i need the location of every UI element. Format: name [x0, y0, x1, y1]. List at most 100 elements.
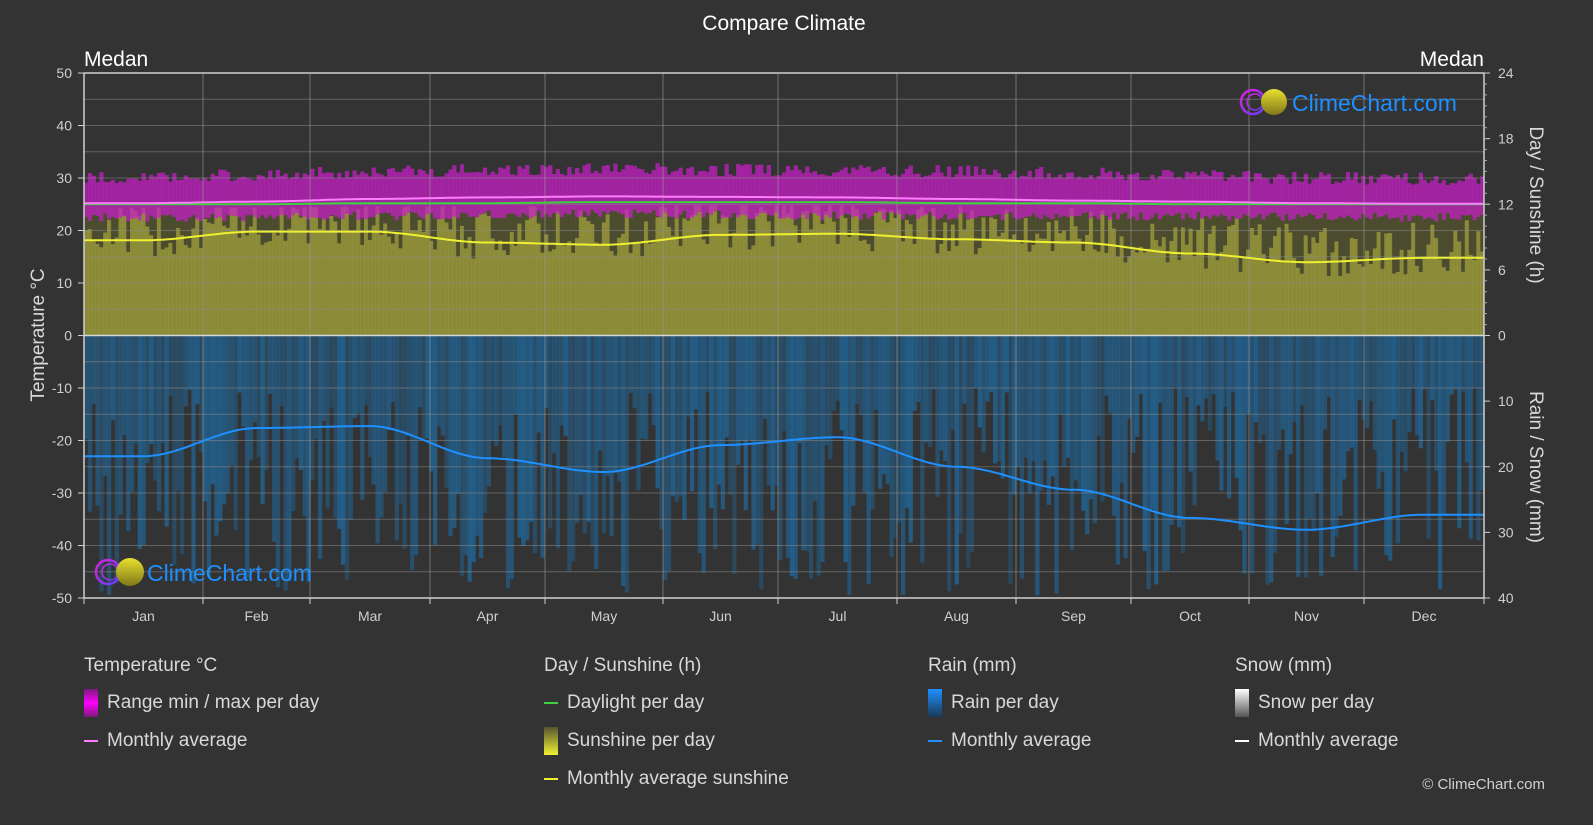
sunshine-day-bar	[1165, 262, 1170, 336]
sunshine-day-bar	[525, 220, 530, 336]
sunshine-day-bar	[720, 215, 725, 336]
sunshine-day-bar	[452, 206, 457, 336]
sunshine-day-bar	[1238, 271, 1243, 336]
rain-day-bar	[1180, 335, 1186, 554]
temp-avg-swatch	[84, 740, 98, 742]
rain-day-bar	[191, 335, 196, 584]
sunshine-day-bar	[908, 224, 913, 336]
temp-range-day-bar	[1073, 178, 1078, 217]
temp-range-day-bar	[1388, 176, 1393, 219]
rain-day-bar	[456, 335, 461, 495]
temp-range-day-bar	[475, 171, 480, 218]
temp-range-day-bar	[966, 165, 971, 220]
daylight-day-bar	[1165, 206, 1170, 263]
temp-range-day-bar	[360, 171, 365, 218]
rain-day-bar	[1042, 335, 1048, 461]
temp-range-day-bar	[164, 175, 169, 216]
rain-day-bar	[256, 335, 261, 458]
rain-day-bar	[1207, 335, 1213, 431]
temp-range-day-bar	[1395, 174, 1401, 218]
sunshine-day-bar	[1180, 227, 1186, 336]
temp-range-day-bar	[1177, 176, 1182, 214]
temp-range-day-bar	[989, 174, 994, 217]
temp-range-day-bar	[452, 165, 457, 217]
temp-range-day-bar	[1414, 183, 1420, 216]
rain-day-bar	[118, 335, 123, 515]
temp-range-day-bar	[271, 178, 277, 219]
sunshine-day-bar	[1372, 248, 1378, 336]
sunshine-day-bar	[1353, 238, 1358, 336]
rain-day-bar	[1388, 335, 1393, 561]
rain-day-bar	[1284, 335, 1289, 525]
sunshine-day-bar	[716, 223, 722, 336]
rain-day-bar	[1123, 335, 1128, 559]
temp-range-day-bar	[1430, 180, 1435, 219]
rain-day-bar	[1008, 335, 1013, 585]
temp-range-day-bar	[1161, 170, 1167, 216]
sunshine-day-bar	[87, 229, 93, 336]
temp-range-day-bar	[513, 175, 518, 215]
left-axis-label: Temperature °C	[28, 268, 49, 401]
sunshine-day-bar	[91, 241, 96, 336]
sunshine-day-bar	[1008, 238, 1013, 336]
sunshine-day-bar	[456, 256, 461, 336]
rain-day-bar	[375, 335, 380, 544]
rain-day-bar	[697, 335, 702, 554]
watermark-text: ClimeChart.com	[147, 560, 312, 586]
temp-range-day-bar	[1464, 176, 1470, 216]
sunshine-day-bar	[1284, 223, 1289, 336]
sunshine-day-bar	[1319, 231, 1324, 336]
sunshine-day-bar	[1265, 263, 1270, 336]
legend-item-sunshine-avg: Monthly average sunshine	[544, 767, 789, 791]
sunshine-day-bar	[463, 248, 468, 336]
rain-day-bar	[1437, 335, 1443, 590]
rain-day-bar	[1319, 335, 1324, 576]
sunshine-day-bar	[759, 206, 764, 336]
temp-range-day-bar	[958, 166, 963, 214]
temp-range-day-bar	[747, 164, 752, 219]
sunshine-avg-swatch	[544, 778, 558, 780]
temp-range-day-bar	[1391, 178, 1397, 219]
sunshine-day-bar	[747, 249, 752, 336]
temp-range-day-bar	[536, 174, 541, 211]
sunshine-day-bar	[586, 221, 591, 336]
rain-day-bar	[1211, 335, 1216, 395]
sunshine-day-bar	[302, 207, 307, 336]
rain-day-bar	[1146, 335, 1151, 590]
legend-label: Monthly average	[951, 730, 1092, 751]
rain-day-bar	[410, 335, 415, 571]
temp-range-day-bar	[947, 166, 952, 220]
rain-day-bar	[252, 335, 258, 423]
temp-range-day-bar	[1131, 174, 1136, 217]
sunshine-day-bar	[1058, 233, 1063, 336]
temp-range-day-bar	[1342, 180, 1347, 219]
rain-day-bar	[759, 335, 764, 590]
sunshine-day-bar	[670, 235, 676, 336]
rain-day-bar	[1422, 335, 1427, 390]
temp-range-day-bar	[594, 170, 599, 214]
temp-range-day-bar	[1273, 177, 1278, 213]
rain-day-bar	[517, 335, 522, 538]
temp-range-day-bar	[1058, 174, 1063, 218]
sunshine-day-bar	[398, 248, 403, 336]
rain-day-bar	[682, 335, 687, 520]
temp-range-day-bar	[310, 168, 315, 218]
sunshine-day-bar	[897, 209, 902, 336]
daylight-day-bar	[1177, 206, 1182, 261]
right-tick-label-rain: 10	[1498, 393, 1514, 409]
sunshine-day-bar	[939, 243, 944, 336]
sunshine-day-bar	[866, 243, 871, 336]
temp-range-day-bar	[344, 171, 350, 214]
temp-range-day-bar	[1180, 179, 1186, 220]
temp-range-day-bar	[973, 166, 979, 219]
legend-temperature: Temperature °C Range min / max per day M…	[84, 655, 319, 767]
sunshine-day-bar	[751, 245, 756, 336]
sunshine-day-bar	[1292, 257, 1297, 336]
watermark-logo-top: ClimeChart.com	[1239, 88, 1457, 116]
sunshine-day-bar	[954, 245, 959, 336]
sunshine-day-bar	[713, 205, 718, 336]
rain-day-bar	[264, 335, 269, 470]
rain-day-bar	[1457, 335, 1462, 529]
rain-day-bar	[908, 335, 913, 543]
sunshine-day-bar	[352, 231, 357, 336]
